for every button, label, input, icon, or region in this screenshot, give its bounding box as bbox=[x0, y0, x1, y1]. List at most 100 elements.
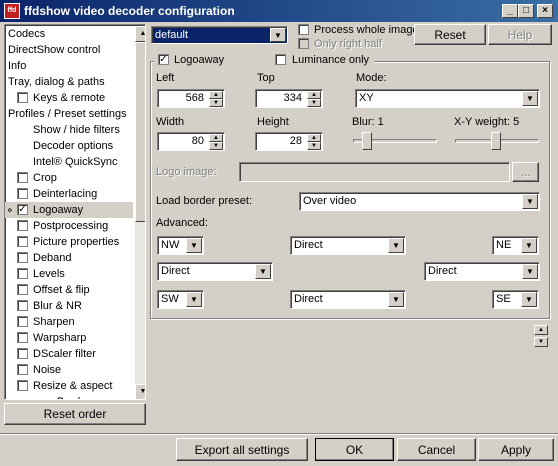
tree-item[interactable]: Profiles / Preset settings bbox=[5, 106, 133, 122]
title-bar[interactable]: ffd ffdshow video decoder configuration … bbox=[0, 0, 558, 22]
tree-item[interactable]: Intel® QuickSync bbox=[5, 154, 133, 170]
tree-item[interactable]: DScaler filter bbox=[5, 346, 133, 362]
spin-down-icon[interactable]: ▼ bbox=[307, 142, 321, 150]
chevron-down-icon[interactable]: ▼ bbox=[388, 292, 404, 307]
tree-item-checkbox[interactable] bbox=[17, 284, 28, 295]
tree-scrollbar[interactable]: ▲ ▼ bbox=[135, 26, 145, 399]
tree-item[interactable]: Crop bbox=[5, 170, 133, 186]
nw-select[interactable]: NW ▼ bbox=[157, 236, 204, 255]
blur-slider-thumb[interactable] bbox=[362, 132, 372, 150]
spin-down-icon[interactable]: ▼ bbox=[209, 142, 223, 150]
north-select[interactable]: Direct ▼ bbox=[290, 236, 406, 255]
spin-up-icon[interactable]: ▲ bbox=[209, 134, 223, 142]
mode-select[interactable]: XY ▼ bbox=[355, 89, 540, 108]
west-value: Direct bbox=[161, 265, 190, 277]
only-right-half-checkbox[interactable] bbox=[298, 38, 309, 49]
tree-item-checkbox[interactable] bbox=[17, 252, 28, 263]
page-up-arrow-icon[interactable]: ▲ bbox=[534, 325, 548, 335]
tree-item[interactable]: Show / hide filters bbox=[5, 122, 133, 138]
chevron-down-icon[interactable]: ▼ bbox=[522, 264, 538, 279]
logo-image-field[interactable] bbox=[239, 162, 510, 182]
logoaway-enable-checkbox[interactable]: ✓ bbox=[158, 54, 169, 65]
reset-button[interactable]: Reset bbox=[414, 24, 486, 45]
close-button[interactable]: × bbox=[537, 4, 553, 18]
tree-item[interactable]: Postprocessing bbox=[5, 218, 133, 234]
apply-button[interactable]: Apply bbox=[478, 438, 554, 461]
top-spinner[interactable]: 334 ▲ ▼ bbox=[255, 89, 323, 108]
se-select[interactable]: SE ▼ bbox=[492, 290, 539, 309]
chevron-down-icon[interactable]: ▼ bbox=[270, 28, 286, 42]
tree-item-checkbox[interactable] bbox=[17, 172, 28, 183]
tree-item-checkbox[interactable] bbox=[17, 236, 28, 247]
tree-item[interactable]: Keys & remote bbox=[5, 90, 133, 106]
tree-item[interactable]: Tray, dialog & paths bbox=[5, 74, 133, 90]
page-down-arrow-icon[interactable]: ▼ bbox=[534, 337, 548, 347]
east-select[interactable]: Direct ▼ bbox=[424, 262, 540, 281]
chevron-down-icon[interactable]: ▼ bbox=[388, 238, 404, 253]
tree-item[interactable]: ⋄ ✓ Logoaway bbox=[5, 202, 133, 218]
tree-item-checkbox[interactable] bbox=[17, 92, 28, 103]
tree-item[interactable]: Warpsharp bbox=[5, 330, 133, 346]
help-button[interactable]: Help bbox=[488, 24, 552, 45]
tree-item-checkbox[interactable] bbox=[17, 332, 28, 343]
tree-item-checkbox[interactable] bbox=[17, 364, 28, 375]
chevron-down-icon[interactable]: ▼ bbox=[521, 238, 537, 253]
tree-item[interactable]: Sharpen bbox=[5, 314, 133, 330]
scroll-thumb[interactable] bbox=[135, 42, 145, 222]
tree-item[interactable]: Resize & aspect bbox=[5, 378, 133, 394]
cancel-button[interactable]: Cancel bbox=[397, 438, 476, 461]
chevron-down-icon[interactable]: ▼ bbox=[186, 292, 202, 307]
tree-item[interactable]: Picture properties bbox=[5, 234, 133, 250]
tree-item-checkbox[interactable] bbox=[17, 348, 28, 359]
tree-item[interactable]: DirectShow control bbox=[5, 42, 133, 58]
tree-item[interactable]: Codecs bbox=[5, 26, 133, 42]
tree-item[interactable]: Offset & flip bbox=[5, 282, 133, 298]
spin-up-icon[interactable]: ▲ bbox=[307, 134, 321, 142]
width-spinner[interactable]: 80 ▲ ▼ bbox=[157, 132, 225, 151]
tree-item[interactable]: Noise bbox=[5, 362, 133, 378]
tree-item[interactable]: Levels bbox=[5, 266, 133, 282]
tree-item-checkbox[interactable] bbox=[17, 220, 28, 231]
spin-down-icon[interactable]: ▼ bbox=[307, 99, 321, 107]
chevron-down-icon[interactable]: ▼ bbox=[521, 292, 537, 307]
tree-item[interactable]: Decoder options bbox=[5, 138, 133, 154]
scroll-up-arrow-icon[interactable]: ▲ bbox=[135, 26, 145, 42]
height-spinner[interactable]: 28 ▲ ▼ bbox=[255, 132, 323, 151]
south-select[interactable]: Direct ▼ bbox=[290, 290, 406, 309]
export-all-settings-button[interactable]: Export all settings bbox=[176, 438, 308, 461]
ne-select[interactable]: NE ▼ bbox=[492, 236, 539, 255]
tree-item[interactable]: Blur & NR bbox=[5, 298, 133, 314]
luminance-only-checkbox[interactable] bbox=[275, 54, 286, 65]
tree-item-checkbox[interactable]: ✓ bbox=[17, 204, 28, 215]
xy-weight-slider-thumb[interactable] bbox=[491, 132, 501, 150]
minimize-button[interactable]: _ bbox=[502, 4, 518, 18]
spin-down-icon[interactable]: ▼ bbox=[209, 99, 223, 107]
left-spinner[interactable]: 568 ▲ ▼ bbox=[157, 89, 225, 108]
tree-item-checkbox[interactable] bbox=[17, 380, 28, 391]
tree-item-checkbox[interactable] bbox=[17, 268, 28, 279]
sw-select[interactable]: SW ▼ bbox=[157, 290, 204, 309]
browse-logo-button[interactable]: ... bbox=[512, 162, 539, 182]
chevron-down-icon[interactable]: ▼ bbox=[522, 194, 538, 209]
ok-button[interactable]: OK bbox=[315, 438, 394, 461]
filter-tree[interactable]: Codecs DirectShow control Info Tray, dialog… bbox=[4, 24, 146, 400]
chevron-down-icon[interactable]: ▼ bbox=[186, 238, 202, 253]
maximize-button[interactable]: □ bbox=[518, 4, 534, 18]
preset-select[interactable]: default ▼ bbox=[151, 26, 288, 44]
border-preset-select[interactable]: Over video ▼ bbox=[299, 192, 540, 211]
scroll-down-arrow-icon[interactable]: ▼ bbox=[135, 384, 145, 399]
tree-item[interactable]: Borders bbox=[5, 394, 133, 399]
tree-item-checkbox[interactable] bbox=[17, 188, 28, 199]
west-select[interactable]: Direct ▼ bbox=[157, 262, 273, 281]
tree-item[interactable]: Info bbox=[5, 58, 133, 74]
process-whole-image-checkbox[interactable] bbox=[298, 24, 309, 35]
spin-up-icon[interactable]: ▲ bbox=[307, 91, 321, 99]
tree-item-checkbox[interactable] bbox=[17, 316, 28, 327]
spin-up-icon[interactable]: ▲ bbox=[209, 91, 223, 99]
tree-item-checkbox[interactable] bbox=[17, 300, 28, 311]
tree-item[interactable]: Deband bbox=[5, 250, 133, 266]
reset-order-button[interactable]: Reset order bbox=[4, 403, 146, 425]
tree-item[interactable]: Deinterlacing bbox=[5, 186, 133, 202]
chevron-down-icon[interactable]: ▼ bbox=[522, 91, 538, 106]
chevron-down-icon[interactable]: ▼ bbox=[255, 264, 271, 279]
